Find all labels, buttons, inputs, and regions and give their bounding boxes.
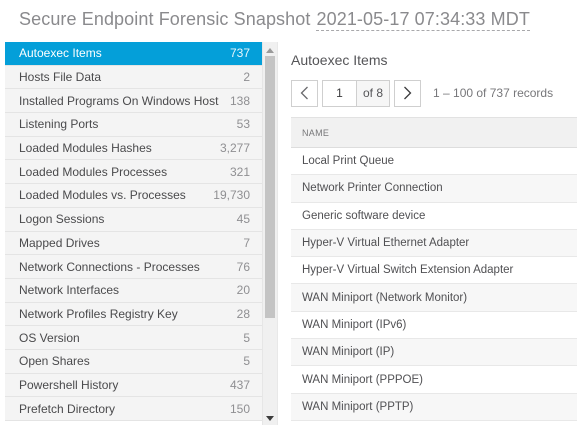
category-count: 20: [236, 283, 250, 298]
snapshot-timestamp: 2021-05-17 07:34:33 MDT: [316, 9, 530, 31]
category-label: Installed Programs On Windows Host: [19, 93, 219, 108]
table-row[interactable]: Hyper-V Virtual Switch Extension Adapter: [291, 257, 577, 285]
category-item[interactable]: Powershell History 437: [5, 373, 262, 398]
table-row[interactable]: Hyper-V Virtual Ethernet Adapter: [291, 229, 577, 258]
page-total-label: of 8: [357, 80, 390, 106]
category-label: Loaded Modules Hashes: [19, 141, 152, 156]
category-label: Autoexec Items: [19, 46, 102, 61]
category-count: 5: [243, 354, 250, 369]
category-item[interactable]: Network Connections - Processes 76: [5, 255, 262, 279]
category-label: Hosts File Data: [19, 70, 102, 85]
category-list: Autoexec Items 737 Hosts File Data 2 Install…: [5, 42, 263, 425]
category-item[interactable]: Listening Ports 53: [5, 113, 262, 137]
table-row[interactable]: WAN Miniport (PPTP): [291, 393, 577, 421]
category-item[interactable]: Mapped Drives 7: [5, 231, 262, 256]
table-row[interactable]: Local Print Queue: [291, 148, 577, 176]
category-count: 53: [236, 117, 250, 132]
category-label: Network Interfaces: [19, 283, 120, 298]
category-label: Powershell History: [19, 377, 119, 392]
category-item[interactable]: Loaded Modules Hashes 3,277: [5, 136, 262, 161]
page-selector: 1 of 8: [322, 79, 391, 107]
category-item[interactable]: Network Interfaces 20: [5, 278, 262, 303]
page-title-text: Secure Endpoint Forensic Snapshot: [19, 9, 311, 29]
category-label: Loaded Modules vs. Processes: [19, 188, 186, 203]
category-count: 7: [243, 235, 250, 250]
record-range: 1 – 100 of 737 records: [433, 86, 554, 100]
page-number-input[interactable]: 1: [323, 80, 357, 106]
category-label: Network Connections - Processes: [19, 259, 200, 274]
triangle-up-icon[interactable]: [266, 48, 274, 53]
category-label: Listening Ports: [19, 117, 99, 132]
category-label: Open Shares: [19, 354, 90, 369]
next-page-button[interactable]: [394, 79, 422, 107]
category-label: Logon Sessions: [19, 212, 105, 227]
category-item[interactable]: Loaded Modules vs. Processes 19,730: [5, 184, 262, 208]
column-header-name[interactable]: NAME: [291, 117, 577, 148]
table-row[interactable]: WAN Miniport (Network Monitor): [291, 284, 577, 312]
category-item[interactable]: Network Profiles Registry Key 28: [5, 302, 262, 327]
chevron-left-icon: [300, 86, 308, 100]
table-row[interactable]: WAN Miniport (IP): [291, 339, 577, 367]
panel-title: Autoexec Items: [291, 52, 388, 68]
category-item[interactable]: Installed Programs On Windows Host 138: [5, 89, 262, 114]
chevron-right-icon: [404, 86, 412, 100]
category-item[interactable]: OS Version 5: [5, 326, 262, 350]
category-count: 2: [243, 70, 250, 85]
category-item[interactable]: Hosts File Data 2: [5, 65, 262, 90]
table-row[interactable]: WAN Miniport (PPPOE): [291, 366, 577, 394]
category-count: 5: [243, 330, 250, 345]
category-count: 138: [229, 93, 250, 108]
category-item[interactable]: Loaded Modules Processes 321: [5, 160, 262, 185]
category-count: 437: [229, 377, 250, 392]
category-count: 737: [229, 46, 250, 61]
details-panel: Autoexec Items 1 of 8 1 – 100 of 737 rec…: [277, 42, 577, 425]
table-row[interactable]: Generic software device: [291, 203, 577, 230]
category-label: Network Profiles Registry Key: [19, 306, 178, 321]
prev-page-button[interactable]: [291, 79, 318, 107]
category-count: 150: [229, 401, 250, 416]
scrollbar-thumb[interactable]: [265, 56, 275, 318]
category-item[interactable]: Logon Sessions 45: [5, 207, 262, 232]
category-item[interactable]: Open Shares 5: [5, 349, 262, 374]
category-count: 19,730: [213, 188, 250, 203]
category-item[interactable]: Autoexec Items 737: [5, 42, 262, 66]
category-label: Loaded Modules Processes: [19, 164, 168, 179]
records-table: NAME Local Print Queue Network Printer Co…: [291, 117, 577, 421]
category-count: 76: [236, 259, 250, 274]
category-count: 28: [236, 306, 250, 321]
category-count: 45: [236, 212, 250, 227]
category-label: Prefetch Directory: [19, 401, 116, 416]
table-row[interactable]: Network Printer Connection: [291, 175, 577, 203]
category-count: 3,277: [219, 141, 250, 156]
triangle-down-icon[interactable]: [266, 416, 274, 421]
category-item[interactable]: Prefetch Directory 150: [5, 397, 262, 421]
category-label: Mapped Drives: [19, 235, 100, 250]
table-row[interactable]: WAN Miniport (IPv6): [291, 312, 577, 340]
table-body: Local Print Queue Network Printer Connect…: [291, 148, 577, 421]
category-scrollbar[interactable]: [263, 42, 277, 425]
page-title: Secure Endpoint Forensic Snapshot 2021-05…: [19, 9, 530, 35]
category-count: 321: [229, 164, 250, 179]
pagination: 1 of 8 1 – 100 of 737 records: [291, 78, 553, 108]
category-label: OS Version: [19, 330, 80, 345]
